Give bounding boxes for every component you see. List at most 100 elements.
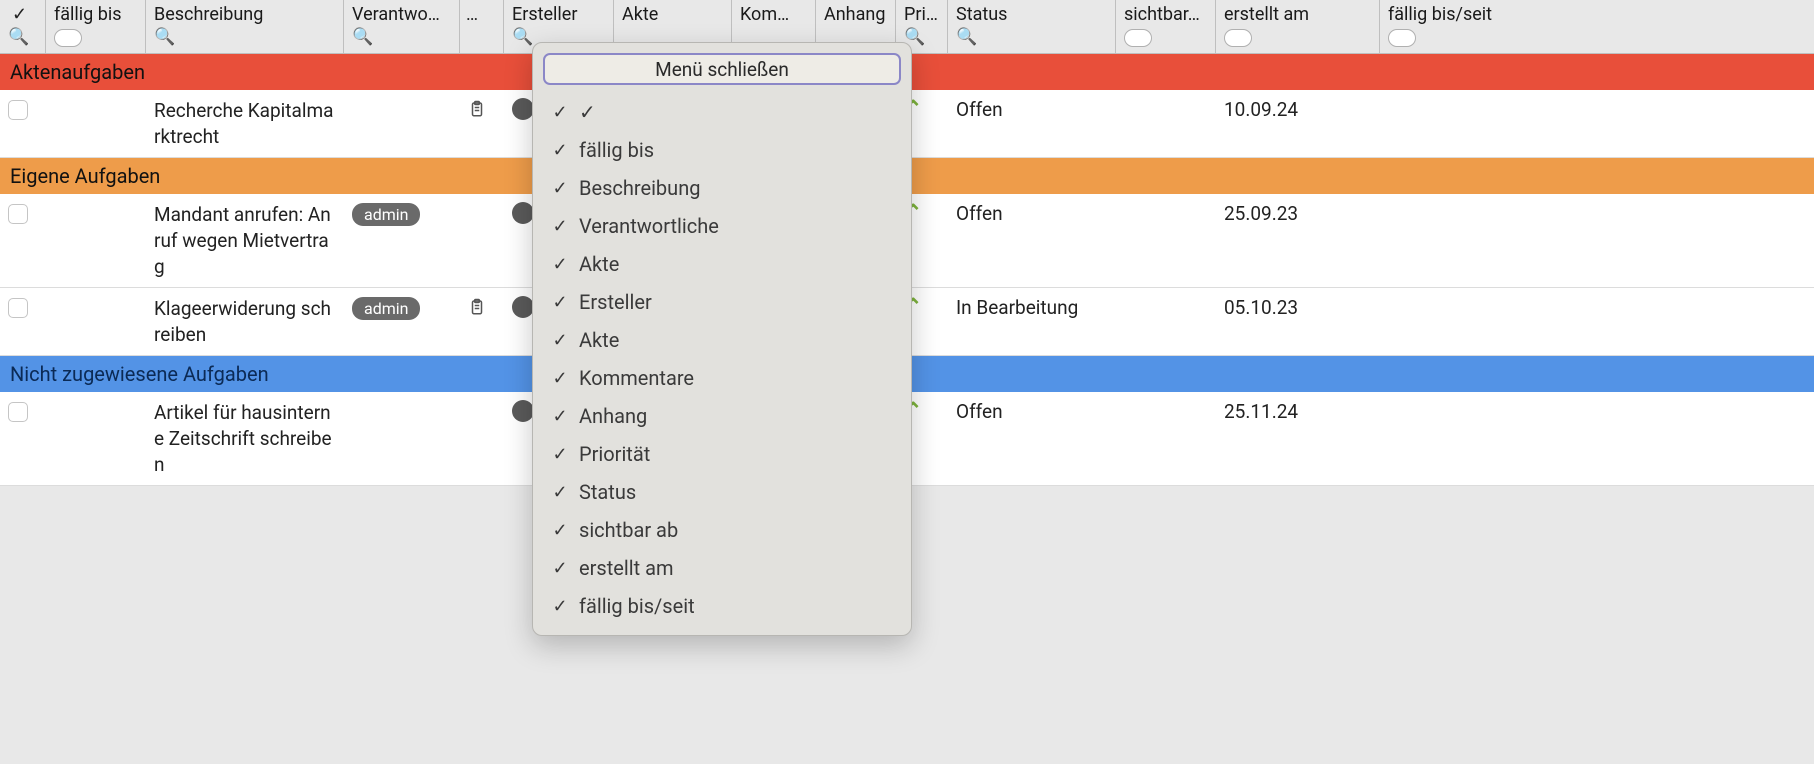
close-menu-label: Menü schließen [655,58,789,81]
menu-item-label: fällig bis/seit [579,594,695,618]
menu-item-comments[interactable]: ✓ Kommentare [533,359,911,397]
menu-item-label: Kommentare [579,366,694,390]
menu-item-resp[interactable]: ✓ Verantwortliche [533,207,911,245]
group-title: Aktenaufgaben [10,60,145,84]
row-status: In Bearbeitung [948,288,1116,327]
menu-item-attachment[interactable]: ✓ Anhang [533,397,911,435]
check-icon: ✓ [551,520,569,541]
menu-item-visiblefrom[interactable]: ✓ sichtbar ab [533,511,911,549]
menu-item-due[interactable]: ✓ fällig bis [533,131,911,169]
header-col-desc[interactable]: Beschreibung 🔍 [146,0,344,53]
check-icon: ✓ [551,330,569,351]
header-col-vis[interactable]: sichtbar… [1116,0,1216,53]
header-created-label: erstellt am [1216,0,1379,27]
row-status: Offen [948,90,1116,129]
check-icon: ✓ [551,482,569,503]
filter-oval[interactable] [54,29,82,47]
menu-item-label: Anhang [579,404,647,428]
creator-avatar [512,400,534,422]
header-col-dueseit[interactable]: fällig bis/seit [1380,0,1814,53]
filter-oval[interactable] [1124,29,1152,47]
header-col-check[interactable]: ✓ 🔍 [0,0,46,53]
menu-item-desc[interactable]: ✓Beschreibung [533,169,911,207]
row-checkbox[interactable] [8,100,28,120]
header-dueseit-label: fällig bis/seit [1380,0,1814,27]
row-created: 10.09.24 [1216,90,1380,129]
menu-item-label: Beschreibung [579,176,700,200]
creator-avatar [512,98,534,120]
menu-item-label: Akte [579,328,619,352]
row-desc: Mandant anrufen: Anruf wegen Mietvertrag [146,194,344,287]
check-icon: ✓ [551,406,569,427]
row-status: Offen [948,194,1116,233]
header-status-label: Status [948,0,1115,27]
check-icon: ✓ [551,368,569,389]
menu-item-status[interactable]: ✓ Status [533,473,911,511]
row-desc: Artikel für hausinterne Zeitschrift schr… [146,392,344,485]
header-col-dots[interactable]: … [460,0,504,53]
menu-item-label: Priorität [579,442,650,466]
header-creator-label: Ersteller [504,0,613,27]
menu-item-dueseit[interactable]: ✓fällig bis/seit [533,587,911,625]
check-icon: ✓ [551,102,569,123]
header-col-resp[interactable]: Verantwo… 🔍 [344,0,460,53]
clipboard-icon[interactable] [468,98,486,120]
header-col-created[interactable]: erstellt am [1216,0,1380,53]
menu-item-file2[interactable]: ✓ Akte [533,321,911,359]
row-desc: Klageerwiderung schreiben [146,288,344,355]
row-checkbox[interactable] [8,204,28,224]
close-menu-button[interactable]: Menü schließen [543,53,901,85]
header-file-label: Akte [614,0,731,27]
header-col-status[interactable]: Status 🔍 [948,0,1116,53]
header-desc-label: Beschreibung [146,0,343,27]
creator-avatar [512,202,534,224]
header-comm-label: Kom… [732,0,815,27]
row-created: 25.09.23 [1216,194,1380,233]
menu-item-creator[interactable]: ✓Ersteller [533,283,911,321]
row-checkbox[interactable] [8,402,28,422]
search-icon[interactable]: 🔍 [512,29,533,46]
row-checkbox[interactable] [8,298,28,318]
creator-avatar [512,296,534,318]
menu-item-priority[interactable]: ✓ Priorität [533,435,911,473]
column-menu-popup: Menü schließen ✓✓ ✓fällig bis ✓Beschreib… [532,42,912,636]
resp-badge: admin [352,203,420,226]
search-icon[interactable]: 🔍 [8,29,29,46]
filter-oval[interactable] [1224,29,1252,47]
search-icon[interactable]: 🔍 [352,29,373,46]
row-created: 25.11.24 [1216,392,1380,431]
row-desc: Recherche Kapitalmarktrecht [146,90,344,157]
row-status: Offen [948,392,1116,431]
check-icon: ✓ [551,558,569,579]
menu-item-file1[interactable]: ✓ Akte [533,245,911,283]
clipboard-icon[interactable] [468,296,486,318]
group-title: Eigene Aufgaben [10,164,160,188]
resp-badge: admin [352,297,420,320]
header-resp-label: Verantwo… [344,0,459,27]
header-pri-label: Pri… [896,0,947,27]
group-title: Nicht zugewiesene Aufgaben [10,362,269,386]
menu-item-label: Status [579,480,636,504]
check-icon: ✓ [551,444,569,465]
header-due-label: fällig bis [46,0,145,27]
header-att-label: Anhang [816,0,895,27]
search-icon[interactable]: 🔍 [956,29,977,46]
search-icon[interactable]: 🔍 [154,29,175,46]
menu-item-label: erstellt am [579,556,674,580]
check-icon: ✓ [551,216,569,237]
menu-item-label: Verantwortliche [579,214,719,238]
menu-item-label: ✓ [579,100,596,124]
menu-item-check[interactable]: ✓✓ [533,93,911,131]
menu-item-label: Akte [579,252,619,276]
check-icon: ✓ [551,140,569,161]
header-col-due[interactable]: fällig bis [46,0,146,53]
menu-item-label: sichtbar ab [579,518,678,542]
row-created: 05.10.23 [1216,288,1380,327]
check-icon: ✓ [551,254,569,275]
header-dots-label: … [460,0,503,27]
header-vis-label: sichtbar… [1116,0,1215,27]
menu-item-created[interactable]: ✓ erstellt am [533,549,911,587]
menu-item-label: fällig bis [579,138,654,162]
header-check-label: ✓ [0,0,45,27]
filter-oval[interactable] [1388,29,1416,47]
